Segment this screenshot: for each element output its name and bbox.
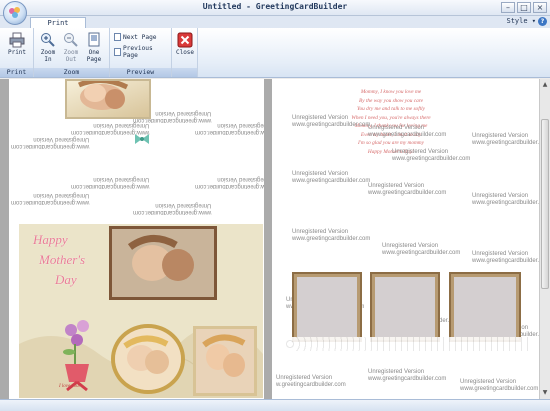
watermark-text: Unregistered Versionwww.greetingcardbuil… xyxy=(472,193,539,206)
empty-photo-frame-2 xyxy=(370,272,440,342)
preview-group: Next Page Previous Page Preview xyxy=(110,28,172,77)
empty-photo-frame-1 xyxy=(292,272,362,342)
preview-group-label: Preview xyxy=(110,68,171,77)
watermark-text: Unregistered Versionwww.greetingcardbuil… xyxy=(382,243,461,256)
empty-photo-frame-3 xyxy=(449,272,521,342)
one-page-icon xyxy=(86,32,102,48)
zoom-out-icon xyxy=(63,32,79,48)
watermark-text: Unregistered Version w.greetingcardbuilde… xyxy=(276,375,346,388)
page-right: Mommy, I know you love me By the way you … xyxy=(272,79,539,399)
close-group: Close xyxy=(172,28,198,77)
lace-border-decoration xyxy=(284,337,530,351)
previous-page-icon xyxy=(114,48,121,56)
zoom-out-button[interactable]: Zoom Out xyxy=(60,32,82,63)
page-left: www.greetingcardbuilder.com Unregistered … xyxy=(9,79,264,399)
watermark-text: Unregistered Versionwww.greetingcardbuil… xyxy=(368,183,447,196)
watermark-text: www.greetingcardbuilder.comUnregistered … xyxy=(11,136,90,149)
vertical-scrollbar[interactable]: ▲ ▼ xyxy=(539,79,550,399)
style-menu-label: Style xyxy=(506,17,528,25)
watermark-text: www.greetingcardbuilder.comUnregistered … xyxy=(133,202,212,215)
next-page-button[interactable]: Next Page xyxy=(114,33,157,41)
zoom-group: Zoom In Zoom Out One Page Zoom xyxy=(34,28,110,77)
next-page-label: Next Page xyxy=(123,33,157,41)
print-preview-area[interactable]: www.greetingcardbuilder.com Unregistered … xyxy=(0,79,539,399)
status-bar xyxy=(0,399,550,411)
ribbon: Print Print Zoom In Zoom Out One Page Zo… xyxy=(0,28,550,78)
window-controls: – □ × xyxy=(501,2,547,13)
watermark-text: www.greetingcardbuilder.comUnregistered … xyxy=(71,122,150,135)
close-preview-icon xyxy=(177,32,193,48)
print-group-label: Print xyxy=(0,68,33,77)
maximize-button[interactable]: □ xyxy=(517,2,531,13)
love-note-text: I love you! xyxy=(59,384,81,389)
mother-hug-photo-image xyxy=(112,229,214,297)
watermark-text: Unregistered Versionwww.greetingcardbuil… xyxy=(368,369,447,382)
print-group: Print Print xyxy=(0,28,34,77)
previous-page-button[interactable]: Previous Page xyxy=(114,45,171,59)
zoom-out-label: Zoom Out xyxy=(63,49,79,63)
tab-print-preview[interactable]: Print Preview xyxy=(30,17,86,37)
scroll-down-arrow-icon[interactable]: ▼ xyxy=(541,389,549,397)
watermark-text: Unregistered Versionwww.greetingcardbuil… xyxy=(472,251,539,264)
one-page-label: One Page xyxy=(86,49,102,63)
style-menu[interactable]: Style ▾ xyxy=(506,17,536,25)
app-menu-button[interactable] xyxy=(3,1,27,25)
watermark-text: www.greetingcardbuilder.comUnregistered … xyxy=(11,192,90,205)
next-page-icon xyxy=(114,33,121,41)
round-photo-frame xyxy=(111,324,185,394)
help-icon[interactable]: ? xyxy=(538,17,547,26)
watermark-text: www.greetingcardbuilder.comUnregistered … xyxy=(71,176,150,189)
print-label: Print xyxy=(7,49,27,56)
close-preview-button[interactable]: Close xyxy=(174,32,196,56)
zoom-in-label: Zoom In xyxy=(40,49,56,63)
main-photo-frame xyxy=(109,226,217,300)
watermark-text: Unregistered Versionwww.greetingcardbuil… xyxy=(368,125,447,138)
watermark-text: Unregistered Versionwww.greetingcardbuil… xyxy=(460,379,539,392)
previous-page-label: Previous Page xyxy=(122,45,153,59)
ribbon-tab-row: Print Preview Style ▾ ? xyxy=(0,16,550,37)
app-logo-icon xyxy=(9,7,20,18)
print-button[interactable]: Print xyxy=(6,32,28,56)
zoom-in-button[interactable]: Zoom In xyxy=(37,32,59,63)
mother-daughter-photo-image xyxy=(196,329,254,393)
zoom-in-icon xyxy=(40,32,56,48)
watermark-text: www.greetingcardbuilder.comUnregistered … xyxy=(195,176,264,189)
family-photo-image xyxy=(115,328,181,390)
watermark-text: Unregistered Versionwww.greetingcardbuil… xyxy=(392,149,471,162)
minimize-button[interactable]: – xyxy=(501,2,515,13)
close-window-button[interactable]: × xyxy=(533,2,547,13)
watermark-text: Unregistered Versionwww.greetingcardbuil… xyxy=(292,115,371,128)
close-preview-label: Close xyxy=(175,49,195,56)
app-window: Untitled - GreetingCardBuilder – □ × Pri… xyxy=(0,0,550,411)
zoom-group-label: Zoom xyxy=(34,68,109,77)
one-page-button[interactable]: One Page xyxy=(83,32,105,63)
card-title: Happy Mother's Day xyxy=(33,232,86,287)
scroll-thumb[interactable] xyxy=(541,119,549,289)
title-bar: Untitled - GreetingCardBuilder – □ × xyxy=(0,0,550,16)
window-title: Untitled - GreetingCardBuilder xyxy=(202,2,348,11)
mothers-day-card: Happy Mother's Day I love you! xyxy=(19,224,263,398)
scroll-up-arrow-icon[interactable]: ▲ xyxy=(541,81,549,89)
watermark-text: www.greetingcardbuilder.comUnregistered … xyxy=(133,110,212,123)
watermark-text: Unregistered Versionwww.greetingcardbuil… xyxy=(292,229,371,242)
watermark-text: Unregistered Versionwww.greetingcardbuil… xyxy=(292,171,371,184)
watermark-text: Unregistered Versionwww.greetingcardbuil… xyxy=(472,133,539,146)
small-photo-frame xyxy=(193,326,257,396)
close-group-label xyxy=(172,68,197,77)
printer-icon xyxy=(9,32,25,48)
watermark-text: www.greetingcardbuilder.comUnregistered … xyxy=(195,122,264,135)
